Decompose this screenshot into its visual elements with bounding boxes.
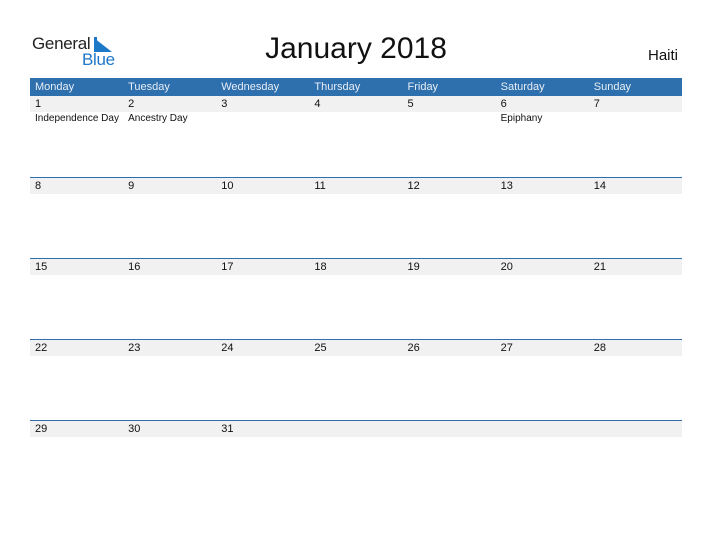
day-number: 10 <box>221 180 234 192</box>
day-number: 30 <box>128 423 141 435</box>
holiday-label: Epiphany <box>500 113 543 124</box>
day-number <box>594 421 682 437</box>
day-number: 13 <box>500 180 513 192</box>
day-number: 19 <box>407 261 420 273</box>
day-cell: 20 <box>496 259 589 275</box>
day-number: 15 <box>35 261 48 273</box>
holiday-label: Independence Day <box>35 113 119 124</box>
day-number: 28 <box>593 342 606 354</box>
day-cells: 15 16 17 18 19 20 21 <box>30 259 682 275</box>
day-cell: 22 <box>30 340 123 356</box>
day-number: 16 <box>128 261 141 273</box>
country-label: Haiti <box>647 47 678 64</box>
day-number <box>408 421 496 437</box>
day-cell: 5 <box>403 96 496 126</box>
weekday-thursday: Thursday <box>314 81 361 93</box>
weekday-header: Monday Tuesday Wednesday Thursday Friday… <box>30 78 682 96</box>
week-row: 29 30 31 <box>30 420 682 501</box>
day-number: 11 <box>314 180 326 192</box>
day-cells: 22 23 24 25 26 27 28 <box>30 340 682 356</box>
day-number <box>501 421 589 437</box>
day-cells: 1 Independence Day 2 Ancestry Day 3 4 5 6 Epipha… <box>30 96 682 126</box>
week-row: 22 23 24 25 26 27 28 <box>30 339 682 420</box>
day-number: 6 <box>500 98 507 110</box>
weekday-saturday: Saturday <box>500 81 545 93</box>
week-row: 1 Independence Day 2 Ancestry Day 3 4 5 6 Epipha… <box>30 96 682 177</box>
day-number: 3 <box>221 98 228 110</box>
weekday-tuesday: Tuesday <box>128 81 170 93</box>
weekday-sunday: Sunday <box>593 81 632 93</box>
day-number: 31 <box>221 423 234 435</box>
day-cell: 16 <box>123 259 216 275</box>
day-number: 5 <box>407 98 414 110</box>
week-row: 15 16 17 18 19 20 21 <box>30 258 682 339</box>
day-cell: 12 <box>403 178 496 194</box>
weeks-container: 1 Independence Day 2 Ancestry Day 3 4 5 6 Epipha… <box>30 96 682 501</box>
day-cell <box>309 421 402 437</box>
day-number: 26 <box>407 342 420 354</box>
day-cell: 9 <box>123 178 216 194</box>
day-cell: 30 <box>123 421 216 437</box>
day-number: 12 <box>407 180 420 192</box>
day-number: 9 <box>128 180 135 192</box>
day-cell: 24 <box>216 340 309 356</box>
day-number: 29 <box>35 423 48 435</box>
day-cell: 6 Epiphany <box>496 96 589 126</box>
day-cell: 31 <box>216 421 309 437</box>
day-number: 22 <box>35 342 48 354</box>
day-number: 20 <box>500 261 513 273</box>
day-cell: 13 <box>496 178 589 194</box>
day-number: 18 <box>314 261 327 273</box>
day-cell: 27 <box>496 340 589 356</box>
day-number: 7 <box>593 98 600 110</box>
day-cell: 10 <box>216 178 309 194</box>
weekday-wednesday: Wednesday <box>221 81 280 93</box>
day-number: 17 <box>221 261 234 273</box>
week-row: 8 9 10 11 12 13 14 <box>30 177 682 258</box>
day-cell <box>403 421 496 437</box>
day-number: 2 <box>128 98 135 110</box>
day-cell: 26 <box>403 340 496 356</box>
day-number: 23 <box>128 342 141 354</box>
day-cells: 8 9 10 11 12 13 14 <box>30 178 682 194</box>
weekday-monday: Monday <box>35 81 75 93</box>
day-number: 4 <box>314 98 321 110</box>
day-cell <box>589 421 682 437</box>
day-cell: 28 <box>589 340 682 356</box>
day-number: 14 <box>593 180 606 192</box>
day-cell <box>496 421 589 437</box>
day-cell: 8 <box>30 178 123 194</box>
day-number: 24 <box>221 342 234 354</box>
day-number: 1 <box>35 98 42 110</box>
holiday-label: Ancestry Day <box>128 113 188 124</box>
day-cell: 4 <box>309 96 402 126</box>
day-number: 27 <box>500 342 513 354</box>
day-cell: 2 Ancestry Day <box>123 96 216 126</box>
day-cell: 11 <box>309 178 402 194</box>
day-number <box>314 421 402 437</box>
day-cell: 3 <box>216 96 309 126</box>
day-number: 21 <box>593 261 606 273</box>
day-number: 8 <box>35 180 42 192</box>
day-cell: 14 <box>589 178 682 194</box>
weekday-friday: Friday <box>407 81 439 93</box>
calendar-grid: Monday Tuesday Wednesday Thursday Friday… <box>30 78 682 501</box>
calendar-title: January 2018 <box>265 32 447 65</box>
day-cell: 21 <box>589 259 682 275</box>
day-cell: 25 <box>309 340 402 356</box>
day-cell: 19 <box>403 259 496 275</box>
day-cell: 29 <box>30 421 123 437</box>
day-cell: 17 <box>216 259 309 275</box>
day-cell: 23 <box>123 340 216 356</box>
day-cell: 15 <box>30 259 123 275</box>
day-cell: 1 Independence Day <box>30 96 123 126</box>
day-number: 25 <box>314 342 327 354</box>
day-cell: 7 <box>589 96 682 126</box>
day-cells: 29 30 31 <box>30 421 682 437</box>
day-cell: 18 <box>309 259 402 275</box>
